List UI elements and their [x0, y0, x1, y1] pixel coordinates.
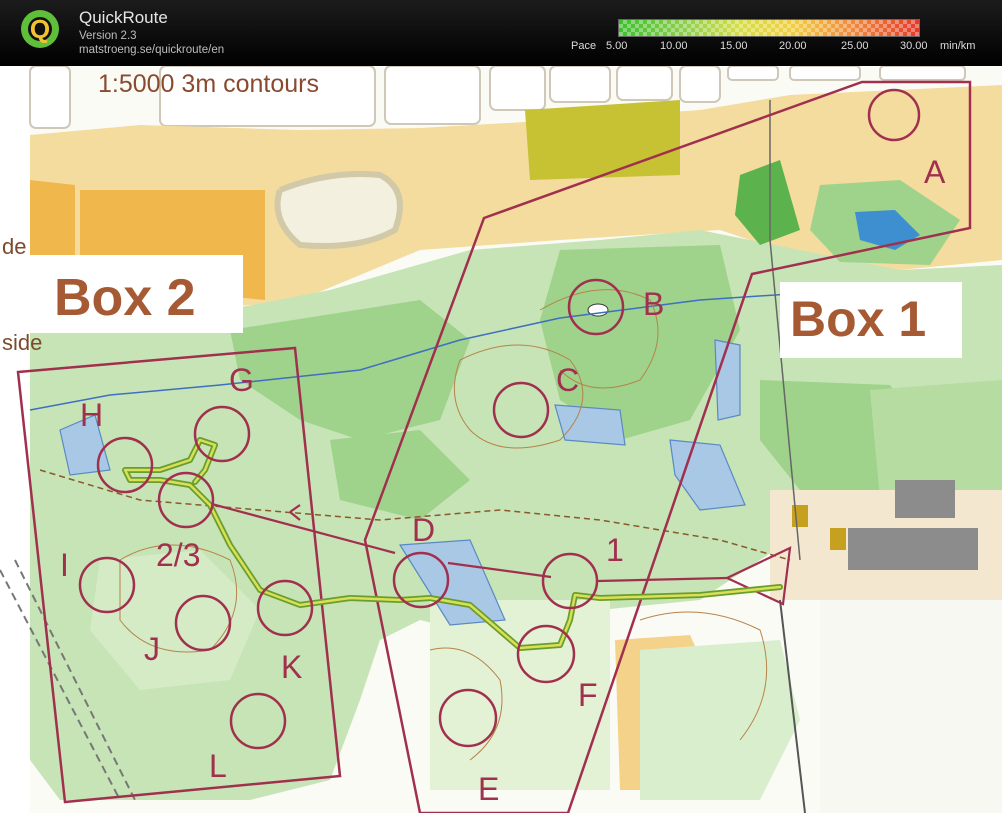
- box1-label: Box 1: [790, 291, 926, 347]
- map-scale-label: 1:5000 3m contours: [98, 70, 319, 98]
- control-label-H: H: [80, 397, 103, 433]
- orienteering-map[interactable]: 1:5000 3m contours de side Box 2 Box 1 A…: [0, 66, 1002, 813]
- control-label-2-3: 2/3: [156, 537, 200, 573]
- pace-tick: 25.00: [841, 40, 869, 52]
- control-label-A: A: [924, 154, 946, 190]
- box2-label: Box 2: [54, 269, 196, 327]
- control-label-I: I: [60, 547, 69, 583]
- pace-tick: 10.00: [660, 40, 688, 52]
- app-version: Version 2.3: [79, 30, 137, 42]
- edge-text: side: [2, 330, 42, 355]
- control-label-J: J: [144, 631, 160, 667]
- pace-tick: 5.00: [606, 40, 628, 52]
- control-label-K: K: [281, 649, 302, 685]
- control-label-1: 1: [606, 532, 624, 568]
- control-label-C: C: [556, 362, 579, 398]
- control-label-E: E: [478, 771, 499, 807]
- app-header: Q QuickRoute Version 2.3 matstroeng.se/q…: [0, 0, 1002, 66]
- pace-tick: 30.00: [900, 40, 928, 52]
- control-label-B: B: [643, 286, 664, 322]
- pace-unit: min/km: [940, 40, 976, 52]
- pace-label: Pace: [571, 40, 597, 52]
- pace-color-bar: [618, 19, 920, 37]
- control-label-F: F: [578, 677, 598, 713]
- control-label-L: L: [209, 748, 227, 784]
- pace-tick: 20.00: [779, 40, 807, 52]
- quickroute-logo-icon: Q: [21, 10, 59, 48]
- control-label-G: G: [229, 362, 254, 398]
- app-url: matstroeng.se/quickroute/en: [79, 44, 225, 56]
- control-label-D: D: [412, 512, 435, 548]
- pace-tick: 15.00: [720, 40, 748, 52]
- app-title: QuickRoute: [79, 8, 168, 27]
- svg-text:Q: Q: [30, 14, 50, 44]
